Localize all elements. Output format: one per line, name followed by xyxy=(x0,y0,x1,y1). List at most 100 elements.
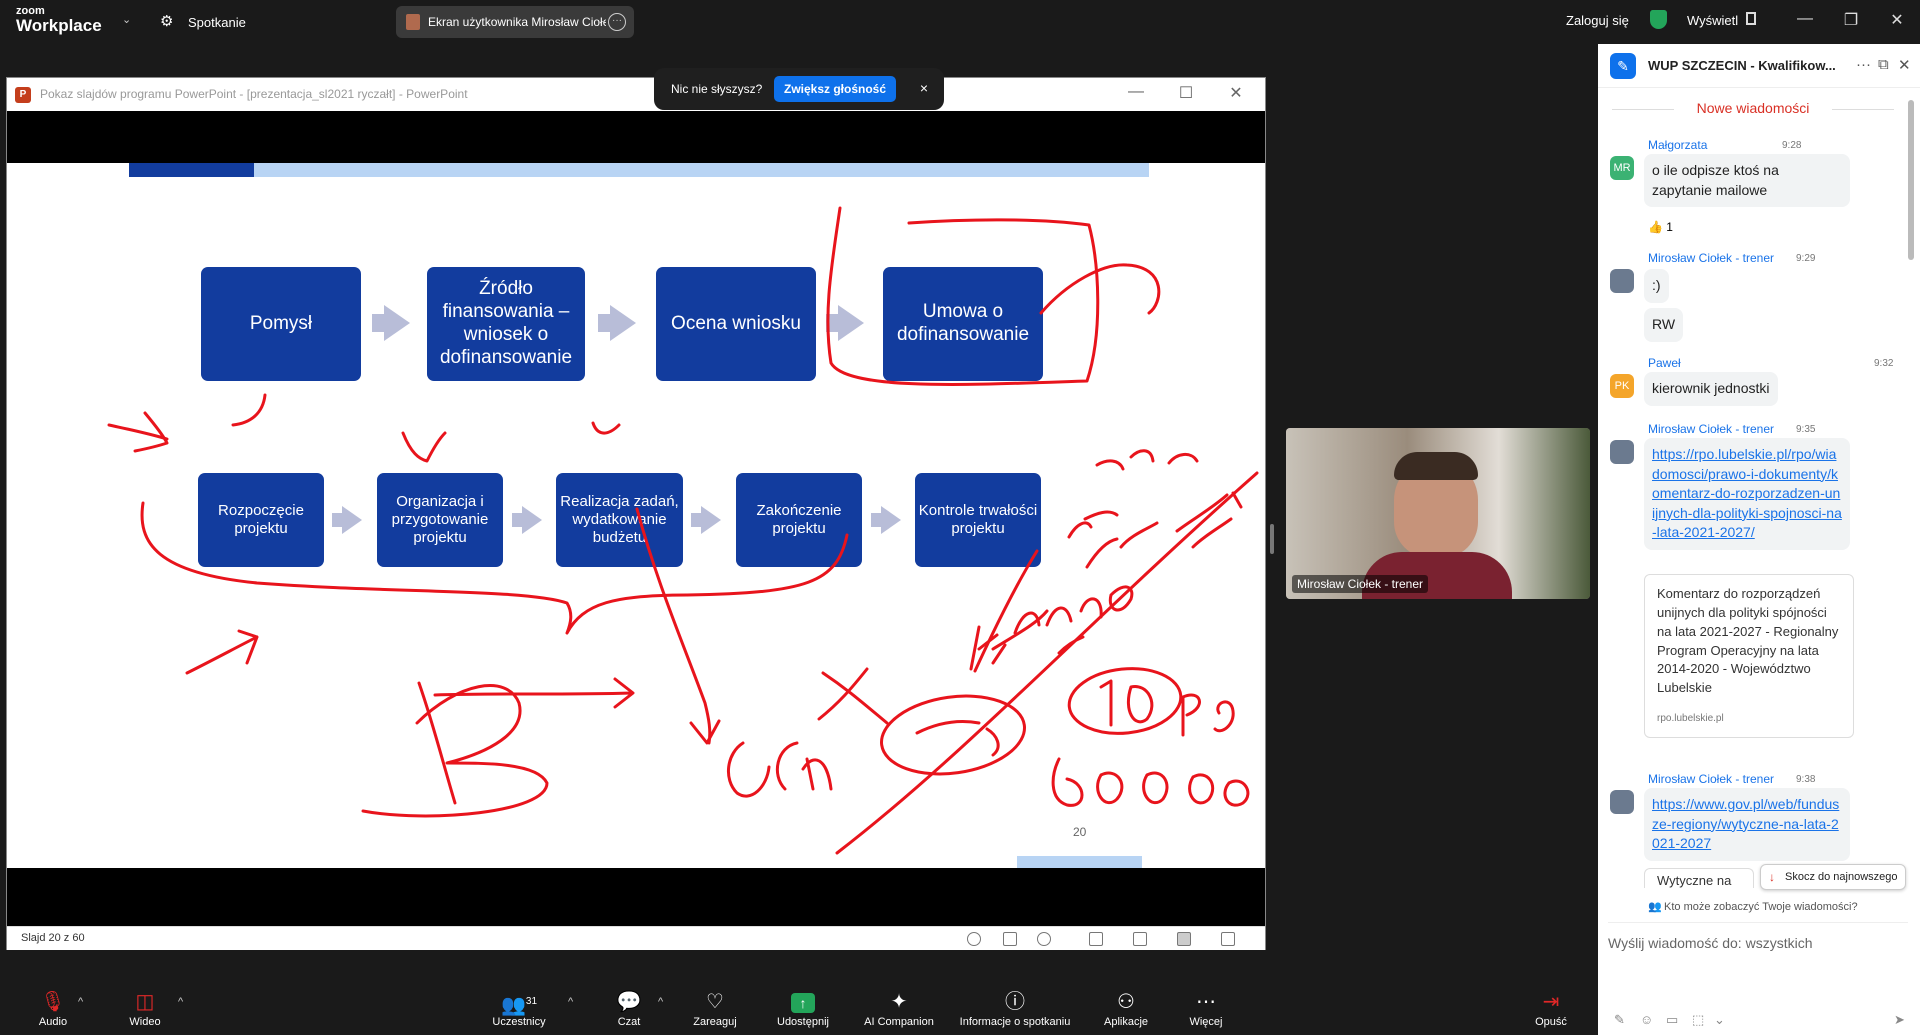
apps-button[interactable]: ⚇ Aplikacje xyxy=(1081,990,1171,1028)
message-bubble[interactable]: RW xyxy=(1644,308,1684,342)
annotation-circle-1 xyxy=(880,694,1026,776)
emoji-icon[interactable]: ☺ xyxy=(1640,1012,1653,1027)
message-sender[interactable]: Mirosław Ciołek - trener xyxy=(1648,772,1774,786)
next-slide-icon[interactable] xyxy=(1037,932,1051,946)
message-bubble[interactable]: kierownik jednostki xyxy=(1644,372,1778,406)
message-link[interactable]: https://www.gov.pl/web/fundusze-regiony/… xyxy=(1652,796,1839,851)
message-bubble[interactable]: :) xyxy=(1644,269,1669,303)
annotation-arrow-4 xyxy=(635,507,721,745)
react-button[interactable]: ♡ Zareaguj xyxy=(670,990,760,1028)
annotation-circle-2 xyxy=(1067,667,1183,735)
normal-view-icon[interactable] xyxy=(1089,932,1103,946)
message-link[interactable]: https://rpo.lubelskie.pl/rpo/wiadomosci/… xyxy=(1652,446,1842,540)
message-bubble[interactable]: https://rpo.lubelskie.pl/rpo/wiadomosci/… xyxy=(1644,438,1850,550)
ppt-close-icon[interactable]: ✕ xyxy=(1221,83,1251,103)
chat-title[interactable]: WUP SZCZECIN - Kwalifikow... xyxy=(1648,58,1836,73)
sign-in-link[interactable]: Zaloguj się xyxy=(1566,13,1629,28)
chat-close-icon[interactable]: ✕ xyxy=(1898,56,1911,74)
avatar[interactable] xyxy=(1610,269,1634,293)
reaction-badge[interactable]: 👍 1 xyxy=(1648,220,1673,234)
chat-more-icon[interactable]: ··· xyxy=(1856,56,1871,73)
ppt-maximize-icon[interactable]: ☐ xyxy=(1171,83,1201,103)
chat-input-area[interactable]: Wyślij wiadomość do: wszystkich xyxy=(1608,922,1908,1022)
send-icon[interactable]: ➤ xyxy=(1894,1012,1905,1028)
leave-button[interactable]: ⇥ Opuść xyxy=(1506,990,1596,1028)
annotation-word xyxy=(726,741,833,798)
message-sender[interactable]: Paweł xyxy=(1648,356,1681,370)
close-icon[interactable]: ✕ xyxy=(1882,10,1912,30)
meeting-info-button[interactable]: ⓘ Informacje o spotkaniu xyxy=(950,990,1080,1028)
info-icon: ⓘ xyxy=(1005,991,1025,1013)
message-sender[interactable]: Mirosław Ciołek - trener xyxy=(1648,422,1774,436)
audio-button[interactable]: 🎙 Audio xyxy=(8,990,98,1028)
chat-caret-icon[interactable]: ^ xyxy=(658,996,663,1008)
message-sender[interactable]: Mirosław Ciołek - trener xyxy=(1648,251,1774,265)
zoom-workplace-logo[interactable]: zoom Workplace xyxy=(16,6,102,35)
message-time: 9:32 xyxy=(1874,358,1894,369)
chat-scrollbar[interactable] xyxy=(1908,100,1914,260)
link-preview-card[interactable]: Komentarz do rozporządzeń unijnych dla p… xyxy=(1644,574,1854,738)
message-bubble[interactable]: https://www.gov.pl/web/fundusze-regiony/… xyxy=(1644,788,1850,861)
chat-input-placeholder[interactable]: Wyślij wiadomość do: wszystkich xyxy=(1608,935,1812,951)
video-options-caret-icon[interactable]: ^ xyxy=(178,996,183,1008)
meeting-label[interactable]: Spotkanie xyxy=(188,15,246,30)
screen-share-tab[interactable]: Ekran użytkownika Mirosław Ciołek ··· xyxy=(396,6,634,38)
view-grid-icon[interactable] xyxy=(1746,12,1756,25)
participants-button[interactable]: 👥31 Uczestnicy xyxy=(474,990,564,1028)
message-sender[interactable]: Małgorzata xyxy=(1648,138,1707,152)
message-time: 9:29 xyxy=(1796,253,1816,264)
notification-close-icon[interactable]: × xyxy=(920,80,928,96)
screenshot-icon[interactable]: ⬚ xyxy=(1692,1012,1704,1028)
powerpoint-status-bar: Slajd 20 z 60 xyxy=(7,926,1265,950)
annotation-u xyxy=(591,421,621,435)
message-time: 9:28 xyxy=(1782,140,1802,151)
popout-icon[interactable]: ⧉ xyxy=(1878,56,1889,73)
message-visibility-link[interactable]: Kto może zobaczyć Twoje wiadomości? xyxy=(1664,901,1858,913)
restore-icon[interactable]: ❐ xyxy=(1836,10,1866,30)
more-options-icon[interactable]: ··· xyxy=(608,13,626,31)
avatar[interactable] xyxy=(1610,790,1634,814)
camera-off-icon: ◫ xyxy=(135,991,155,1013)
meeting-icon: ⚙ xyxy=(160,13,174,30)
pen-annotations xyxy=(107,206,1259,855)
split-view-handle[interactable] xyxy=(1270,524,1274,554)
ppt-minimize-icon[interactable]: — xyxy=(1121,83,1151,101)
increase-volume-button[interactable]: Zwiększ głośność xyxy=(774,76,897,102)
avatar[interactable] xyxy=(1610,440,1634,464)
chevron-down-icon[interactable]: ⌄ xyxy=(122,13,131,26)
ai-companion-button[interactable]: ✦ AI Companion xyxy=(854,990,944,1028)
format-icon[interactable]: ✎ xyxy=(1614,1012,1625,1028)
participants-caret-icon[interactable]: ^ xyxy=(568,996,573,1008)
message-bubble[interactable]: o ile odpisze ktoś na zapytanie mailowe xyxy=(1644,154,1850,208)
participant-video-tile[interactable]: Mirosław Ciołek - trener xyxy=(1286,428,1590,599)
annotation-x xyxy=(817,667,889,725)
share-screen-icon: ↑ xyxy=(758,990,848,1014)
avatar[interactable]: MR xyxy=(1610,156,1634,180)
link-preview-card[interactable]: Wytyczne na lata xyxy=(1644,868,1754,888)
minimize-icon[interactable]: — xyxy=(1790,10,1820,28)
more-button[interactable]: ⋯ Więcej xyxy=(1161,990,1251,1028)
annotation-arrow-3 xyxy=(433,677,635,709)
view-button[interactable]: Wyświetl xyxy=(1687,13,1738,28)
message-time: 9:38 xyxy=(1796,774,1816,785)
slide-menu-icon[interactable] xyxy=(1003,932,1017,946)
avatar[interactable]: PK xyxy=(1610,374,1634,398)
chat-header: ✎ WUP SZCZECIN - Kwalifikow... ··· ⧉ ✕ xyxy=(1598,44,1920,88)
zoom-top-bar: zoom Workplace ⌄ ⚙ Spotkanie Ekran użytk… xyxy=(0,0,1920,44)
slide-sorter-icon[interactable] xyxy=(1133,932,1147,946)
reading-view-icon[interactable] xyxy=(1177,932,1191,946)
security-shield-icon[interactable] xyxy=(1650,10,1667,29)
jump-to-latest-button[interactable]: ↓ Skocz do najnowszego xyxy=(1760,864,1906,890)
video-button[interactable]: ◫ Wideo xyxy=(100,990,190,1028)
apps-icon: ⚇ xyxy=(1117,991,1135,1013)
share-button[interactable]: ↑ Udostępnij xyxy=(758,990,848,1028)
annotation-letter-b xyxy=(361,681,549,818)
chevron-down-icon[interactable]: ⌄ xyxy=(1714,1012,1725,1028)
file-icon[interactable]: ▭ xyxy=(1666,1012,1678,1028)
slideshow-view-icon[interactable] xyxy=(1221,932,1235,946)
chat-compose-icon[interactable]: ✎ xyxy=(1610,53,1636,79)
new-messages-divider: Nowe wiadomości xyxy=(1598,100,1908,116)
previous-slide-icon[interactable] xyxy=(967,932,981,946)
powerpoint-title-bar[interactable]: P Pokaz slajdów programu PowerPoint - [p… xyxy=(7,78,1265,111)
audio-options-caret-icon[interactable]: ^ xyxy=(78,996,83,1008)
